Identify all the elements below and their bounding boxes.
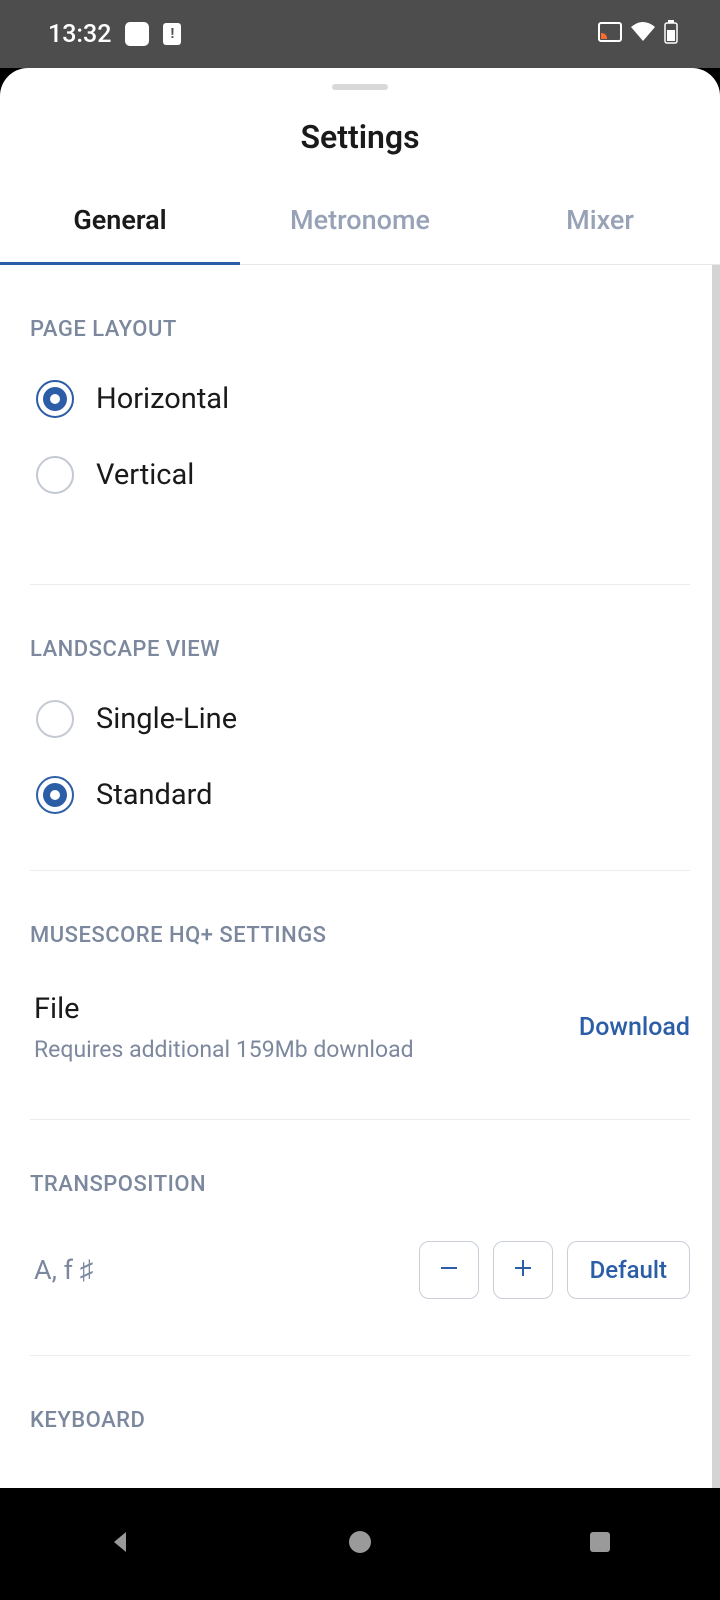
settings-sheet: Settings General Metronome Mixer PAGE LA…	[0, 68, 720, 1488]
nav-recent-button[interactable]	[586, 1528, 614, 1560]
sheet-grabber[interactable]	[332, 84, 388, 90]
section-hq-header: MUSESCORE HQ+ SETTINGS	[30, 923, 690, 948]
tab-general[interactable]: General	[0, 204, 240, 265]
radio-single-line[interactable]: Single-Line	[30, 700, 690, 738]
divider	[30, 870, 690, 871]
transpose-minus-button[interactable]	[419, 1241, 479, 1299]
radio-icon	[36, 776, 74, 814]
radio-icon	[36, 380, 74, 418]
radio-label: Standard	[96, 778, 213, 812]
section-page-layout-header: PAGE LAYOUT	[30, 317, 690, 342]
nav-home-button[interactable]	[346, 1528, 374, 1560]
status-left: 13:32 !	[48, 20, 181, 49]
status-bar: 13:32 !	[0, 0, 720, 68]
divider	[30, 1119, 690, 1120]
scrollbar[interactable]	[712, 265, 720, 1488]
transposition-value: A, f ♯	[34, 1254, 93, 1286]
download-button[interactable]: Download	[579, 1013, 690, 1042]
radio-label: Vertical	[96, 458, 194, 492]
battery-icon	[664, 20, 678, 48]
page-title: Settings	[0, 118, 720, 156]
transpose-default-button[interactable]: Default	[567, 1241, 690, 1299]
status-right	[598, 20, 678, 48]
status-time: 13:32	[48, 20, 111, 49]
radio-label: Horizontal	[96, 382, 229, 416]
minus-icon	[438, 1257, 460, 1283]
radio-standard[interactable]: Standard	[30, 776, 690, 814]
nav-back-button[interactable]	[106, 1528, 134, 1560]
tab-bar: General Metronome Mixer	[0, 204, 720, 265]
radio-icon	[36, 700, 74, 738]
radio-vertical[interactable]: Vertical	[30, 456, 690, 494]
cast-icon	[598, 22, 622, 46]
divider	[30, 584, 690, 585]
section-keyboard-header: KEYBOARD	[30, 1408, 690, 1433]
radio-horizontal[interactable]: Horizontal	[30, 380, 690, 418]
system-nav-bar	[0, 1488, 720, 1600]
sd-alert-icon: !	[163, 23, 181, 45]
section-landscape-header: LANDSCAPE VIEW	[30, 637, 690, 662]
tab-metronome[interactable]: Metronome	[240, 204, 480, 265]
settings-content[interactable]: PAGE LAYOUT Horizontal Vertical LANDSCAP…	[0, 265, 720, 1488]
notification-icon	[125, 22, 149, 46]
plus-icon	[512, 1257, 534, 1283]
hq-file-row: File Requires additional 159Mb download …	[30, 992, 690, 1063]
tab-mixer[interactable]: Mixer	[480, 204, 720, 265]
hq-file-title: File	[34, 992, 414, 1026]
transpose-plus-button[interactable]	[493, 1241, 553, 1299]
radio-icon	[36, 456, 74, 494]
transposition-row: A, f ♯ Default	[30, 1241, 690, 1299]
section-transposition-header: TRANSPOSITION	[30, 1172, 690, 1197]
radio-label: Single-Line	[96, 702, 237, 736]
divider	[30, 1355, 690, 1356]
hq-file-subtitle: Requires additional 159Mb download	[34, 1036, 414, 1063]
wifi-icon	[630, 22, 656, 46]
